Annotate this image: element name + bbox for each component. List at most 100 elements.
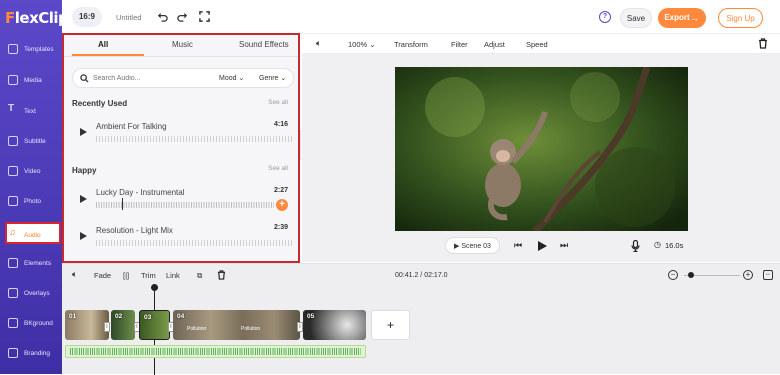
branding-icon [8, 348, 18, 358]
export-button[interactable]: Export → [658, 8, 706, 28]
track-waveform[interactable] [96, 136, 292, 142]
skip-back-icon[interactable]: ⏮︎ [514, 240, 522, 251]
see-all-link[interactable]: See all [268, 165, 288, 172]
aspect-ratio-button[interactable]: 16:9 [72, 7, 102, 27]
chevron-down-icon: ⌄ [280, 75, 287, 82]
sidebar-item-background[interactable]: BKground [0, 310, 62, 340]
sidebar-item-templates[interactable]: Templates [0, 36, 62, 66]
editor-toolbar: 🔈︎ 100% ⌄ Transform Filter Adjust Speed [302, 34, 780, 54]
tab-sound-effects[interactable]: Sound Effects [239, 40, 289, 49]
save-button[interactable]: Save [620, 8, 652, 28]
clip-number: 02 [115, 313, 123, 320]
duplicate-icon[interactable]: ⧉ [197, 271, 202, 281]
chevron-down-icon: ⌄ [238, 75, 245, 82]
mood-filter[interactable]: Mood ⌄ [219, 74, 244, 82]
clip-number: 05 [307, 313, 315, 320]
search-input[interactable] [93, 72, 193, 84]
sidebar: FlexClip Templates Media T Text Subtitle … [0, 0, 69, 374]
elements-icon [8, 258, 18, 268]
clip-02[interactable]: 02 [111, 310, 135, 340]
see-all-link[interactable]: See all [268, 99, 288, 106]
add-track-button[interactable]: + [276, 199, 288, 211]
sidebar-item-audio[interactable]: ♫ Audio [5, 222, 61, 244]
sidebar-label: Photo [24, 198, 41, 205]
zoom-slider-knob[interactable] [688, 272, 695, 278]
monkey-scene-image [395, 67, 688, 231]
flexclip-logo[interactable]: FlexClip [5, 9, 69, 27]
filter-button[interactable]: Filter [451, 40, 468, 49]
sidebar-item-text[interactable]: T Text [0, 98, 62, 128]
tab-all[interactable]: All [98, 40, 108, 49]
adjust-button[interactable]: Adjust [484, 40, 505, 49]
clip-01[interactable]: 01 [65, 310, 109, 340]
sidebar-item-subtitle[interactable]: Subtitle [0, 128, 62, 158]
add-clip-button[interactable]: + [371, 310, 410, 340]
sidebar-label: Video [24, 168, 41, 175]
tab-music[interactable]: Music [172, 40, 193, 49]
sidebar-item-overlays[interactable]: Overlays [0, 280, 62, 310]
track-duration: 4:16 [273, 121, 288, 128]
music-icon: ♫ [9, 227, 16, 237]
genre-filter[interactable]: Genre ⌄ [259, 74, 286, 82]
clip-05[interactable]: 05 [303, 310, 366, 340]
sidebar-item-elements[interactable]: Elements [0, 250, 62, 280]
clip-number: 03 [144, 314, 152, 321]
help-icon[interactable]: ? [599, 11, 611, 23]
microphone-icon[interactable] [631, 240, 640, 252]
sidebar-item-video[interactable]: Video [0, 158, 62, 188]
link-button[interactable]: Link [166, 271, 180, 280]
video-preview[interactable] [395, 67, 688, 231]
happy-heading: Happy [72, 166, 97, 175]
zoom-select[interactable]: 100% ⌄ [348, 40, 376, 49]
project-title[interactable]: Untitled [116, 13, 141, 22]
play-icon[interactable] [80, 128, 87, 136]
sidebar-label: Templates [24, 46, 54, 53]
play-icon[interactable] [538, 241, 547, 251]
volume-icon[interactable]: 🔈︎ [72, 269, 77, 280]
clip-04[interactable]: 04 Pollution Pollution [173, 310, 300, 340]
volume-icon[interactable]: 🔈︎ [316, 38, 321, 49]
fade-button[interactable]: Fade [94, 271, 111, 280]
speed-button[interactable]: Speed [526, 40, 548, 49]
redo-icon[interactable] [177, 11, 188, 22]
audio-track[interactable] [65, 345, 366, 358]
recently-used-heading: Recently Used [72, 99, 128, 108]
zoom-out-icon[interactable]: − [668, 270, 678, 280]
sidebar-label: Media [24, 77, 42, 84]
sidebar-item-photo[interactable]: Photo [0, 188, 62, 218]
audio-waveform [70, 348, 361, 355]
fit-timeline-icon[interactable]: ↔ [763, 270, 773, 280]
undo-icon[interactable] [157, 11, 168, 22]
clock-icon: ◷ [654, 240, 661, 249]
fullscreen-icon[interactable] [199, 11, 210, 22]
clip-03-selected[interactable]: 03 [139, 310, 170, 340]
sidebar-label: Subtitle [24, 138, 46, 145]
skip-forward-icon[interactable]: ⏭︎ [560, 240, 568, 251]
trash-icon[interactable] [217, 270, 226, 280]
sidebar-label: Elements [24, 260, 52, 267]
trim-button[interactable]: Trim [141, 271, 156, 280]
sidebar-item-branding[interactable]: Branding [0, 340, 62, 370]
transition-icon[interactable]: I [104, 322, 110, 332]
track-title[interactable]: Ambient For Talking [96, 122, 167, 131]
scene-label: Scene 03 [461, 243, 491, 250]
track-waveform[interactable] [96, 240, 292, 246]
sidebar-item-media[interactable]: Media [0, 67, 62, 97]
sign-up-button[interactable]: Sign Up [718, 8, 763, 28]
media-icon [8, 75, 18, 85]
zoom-in-icon[interactable]: + [743, 270, 753, 280]
sidebar-label: Audio [24, 232, 41, 239]
play-icon[interactable] [80, 195, 87, 203]
trash-icon[interactable] [758, 38, 768, 49]
playhead-handle[interactable] [151, 284, 158, 291]
text-icon: T [8, 103, 15, 114]
zoom-value: 100% [348, 40, 368, 49]
split-icon[interactable]: [|] [123, 271, 129, 280]
transform-button[interactable]: Transform [394, 40, 428, 49]
track-title[interactable]: Resolution - Light Mix [96, 226, 173, 235]
play-icon[interactable] [80, 232, 87, 240]
logo-rest: lexClip [14, 9, 69, 27]
genre-label: Genre [259, 75, 279, 82]
scene-selector[interactable]: ▶ Scene 03 [445, 237, 500, 254]
track-title[interactable]: Lucky Day - Instrumental [96, 188, 184, 197]
